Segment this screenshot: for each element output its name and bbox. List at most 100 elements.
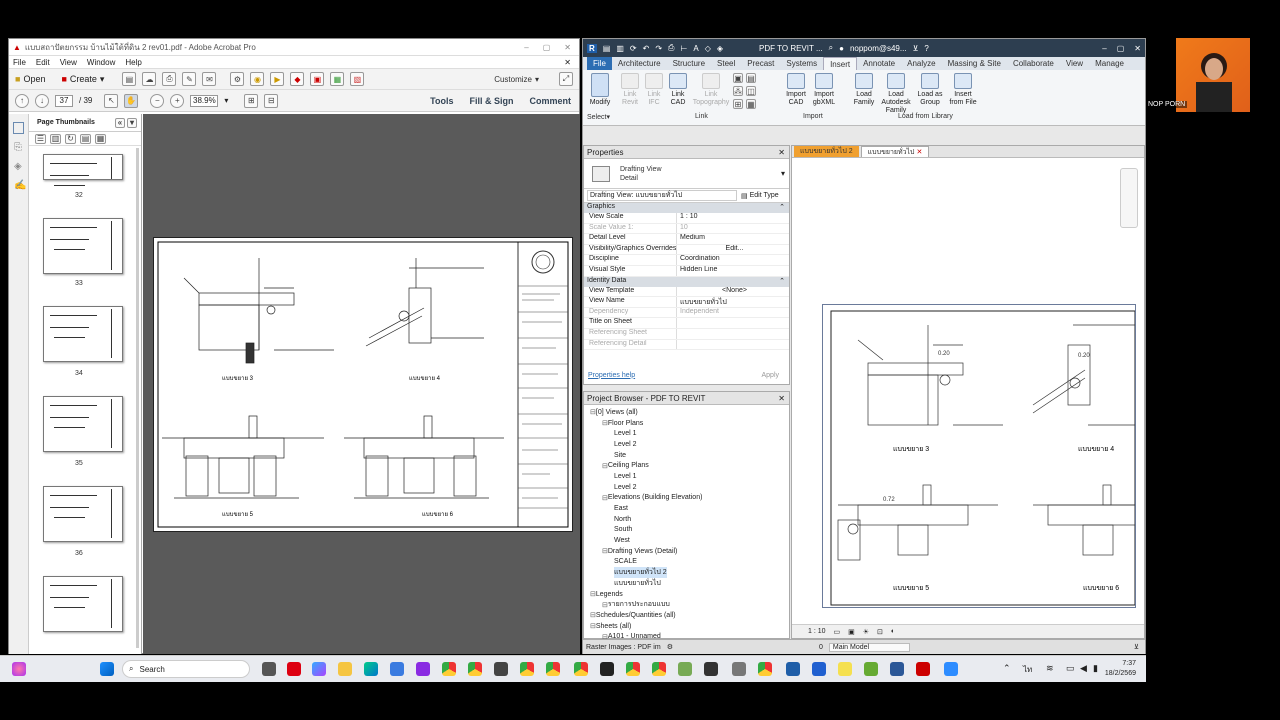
select-dropdown[interactable]: Select ▾ [587, 113, 610, 122]
drawing-canvas[interactable]: แบบขยายทั่วไป 2 แบบขยายทั่วไป ✕ 0.20 0.2… [791, 145, 1145, 639]
link-ifc-button[interactable]: Link IFC [643, 73, 665, 107]
signatures-icon[interactable]: ✍ [14, 180, 26, 191]
worksharing-icon[interactable]: ⚙ [667, 643, 673, 651]
comment-icon[interactable]: ◉ [250, 72, 265, 86]
zoom-in-icon[interactable]: + [170, 93, 185, 108]
property-value[interactable] [676, 318, 789, 328]
app-icon-5[interactable] [704, 662, 718, 676]
fill-sign-button[interactable]: Fill & Sign [469, 96, 513, 106]
model-selector[interactable]: Main Model [828, 642, 911, 652]
page-thumbnail[interactable] [43, 396, 123, 452]
load-family-button[interactable]: Load Family [851, 73, 877, 107]
chrome-icon-5[interactable] [574, 662, 588, 676]
browser-item[interactable]: ⊟ [0] Views (all) [584, 407, 789, 418]
apply-button[interactable]: Apply [755, 372, 785, 379]
revit-logo-icon[interactable]: R [587, 43, 597, 53]
visual-style-icon[interactable]: ▣ [848, 628, 855, 636]
fit-page-icon[interactable]: ⊞ [244, 93, 259, 108]
prev-page-icon[interactable]: ↑ [15, 93, 29, 108]
menu-view[interactable]: View [60, 58, 77, 67]
view-cube-icon[interactable] [1120, 168, 1138, 228]
manage-links-icon[interactable]: ⊞ [733, 99, 743, 109]
browser-item[interactable]: แบบขยายทั่วไป 2 [584, 567, 789, 579]
menu-help[interactable]: Help [125, 58, 141, 67]
email-icon[interactable]: ✉ [202, 72, 217, 86]
browser-item[interactable]: Site [584, 450, 789, 461]
browser-item[interactable]: Level 2 [584, 482, 789, 493]
undo-icon[interactable]: ↶ [643, 44, 650, 53]
user-name[interactable]: noppom@s49... [850, 44, 907, 53]
next-page-icon[interactable]: ↓ [35, 93, 49, 108]
chrome-icon-7[interactable] [652, 662, 666, 676]
open-icon[interactable]: ▤ [603, 44, 611, 53]
close-tab-icon[interactable]: ✕ [916, 149, 922, 156]
collapse-panel-icon[interactable]: « [115, 117, 125, 128]
browser-item[interactable]: SCALE [584, 557, 789, 568]
ribbon-tab-view[interactable]: View [1060, 57, 1089, 70]
property-value[interactable] [676, 328, 789, 339]
attach-icon[interactable]: ▣ [310, 72, 325, 86]
search-icon[interactable]: ⌕ [829, 43, 833, 53]
open-button[interactable]: ■ Open [15, 74, 45, 84]
thumb-menu-icon[interactable]: ☰ [35, 133, 46, 144]
browser-item[interactable]: Level 1 [584, 471, 789, 482]
section-graphics[interactable]: Graphics ⌃ [584, 203, 789, 213]
wifi-icon[interactable]: ≋ [1046, 663, 1054, 674]
load-autodesk-family-button[interactable]: Load Autodesk Family [879, 73, 913, 115]
print-icon[interactable]: ⎙ [162, 72, 177, 86]
system-clock[interactable]: 7:37 18/2/2569 [1105, 659, 1136, 679]
minimize-icon[interactable]: – [524, 43, 528, 52]
detail-level-icon[interactable]: ▭ [834, 628, 841, 636]
app-icon-4[interactable] [678, 662, 692, 676]
highlight-icon[interactable]: ▶ [270, 72, 285, 86]
select-tool-icon[interactable]: ↖ [104, 93, 119, 108]
print-icon[interactable]: ⎙ [668, 43, 674, 53]
chrome-icon-6[interactable] [626, 662, 640, 676]
view-selector[interactable]: Drafting View: แบบขยายทั่วไป [587, 190, 737, 201]
browser-item[interactable]: ⊟ Drafting Views (Detail) [584, 546, 789, 557]
modify-button[interactable]: Modify [587, 73, 613, 107]
stamp-icon[interactable]: ◆ [290, 72, 305, 86]
close-doc-icon[interactable]: ✕ [564, 58, 571, 67]
ribbon-tab-systems[interactable]: Systems [780, 57, 823, 70]
property-value[interactable] [676, 339, 789, 350]
upload-icon[interactable]: ☁ [142, 72, 157, 86]
cart-icon[interactable]: ⊻ [913, 44, 919, 53]
hide-icon[interactable]: ◐ [891, 628, 895, 635]
insert-page-icon[interactable]: ▦ [95, 133, 106, 144]
ribbon-tab-structure[interactable]: Structure [667, 57, 711, 70]
page-thumbnail[interactable] [43, 576, 123, 632]
widgets-icon[interactable] [12, 662, 26, 676]
page-thumbnail[interactable] [43, 154, 123, 186]
review-icon[interactable]: ▧ [350, 72, 365, 86]
thumbs-scrollbar[interactable] [136, 148, 139, 648]
browser-item[interactable]: ⊟ Schedules/Quantities (all) [584, 610, 789, 621]
filter-icon[interactable]: ⊻ [1134, 643, 1139, 651]
save-icon[interactable]: ▤ [122, 72, 137, 86]
attachments-icon[interactable]: ⎘ [14, 142, 23, 153]
browser-item[interactable]: ⊟ Floor Plans [584, 418, 789, 429]
settings-icon[interactable] [732, 662, 746, 676]
app-icon-7[interactable] [864, 662, 878, 676]
page-thumbnail[interactable] [43, 218, 123, 274]
battery-icon[interactable]: ▮ [1093, 663, 1098, 674]
document-view[interactable]: แบบขยาย 3 แบบขยาย 4 แบบขยาย 5 แบบขยาย 6 [143, 114, 580, 654]
measure-icon[interactable]: ⊢ [680, 44, 687, 53]
chrome-icon-3[interactable] [520, 662, 534, 676]
dwf-markup-icon[interactable]: ▣ [733, 73, 743, 83]
import-gbxml-button[interactable]: Import gbXML [811, 73, 837, 107]
crop-icon[interactable]: ⊡ [877, 628, 883, 636]
ribbon-tab-manage[interactable]: Manage [1089, 57, 1130, 70]
edge-icon[interactable] [364, 662, 378, 676]
sync-icon[interactable]: ⟳ [630, 44, 637, 53]
browser-item[interactable]: ⊟ Ceiling Plans [584, 460, 789, 471]
sticky-notes-icon[interactable] [838, 662, 852, 676]
browser-item[interactable]: ⊟ Elevations (Building Elevation) [584, 493, 789, 504]
ribbon-tab-insert[interactable]: Insert [823, 56, 858, 71]
property-value[interactable]: Independent [676, 307, 789, 318]
share-icon[interactable]: ▦ [330, 72, 345, 86]
page-number-input[interactable]: 37 [55, 94, 73, 107]
hand-tool-icon[interactable]: ✋ [124, 93, 139, 108]
ribbon-tab-precast[interactable]: Precast [741, 57, 780, 70]
property-value[interactable]: Medium [676, 234, 789, 244]
